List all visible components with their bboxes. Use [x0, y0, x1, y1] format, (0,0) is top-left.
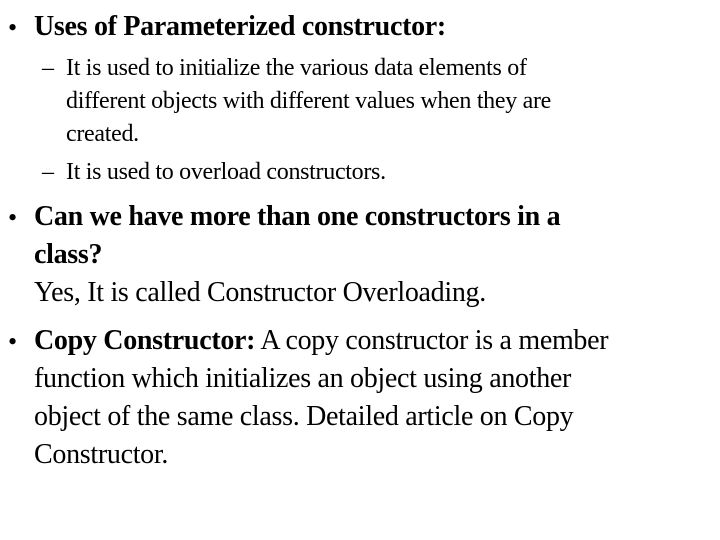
sub-item-text: It is used to initialize the various dat…: [66, 52, 686, 151]
bullet-marker: •: [8, 203, 18, 232]
sub-item-line: created.: [66, 121, 139, 147]
bullet-heading-line: Can we have more than one constructors i…: [34, 201, 561, 232]
bullet-marker: •: [8, 327, 18, 356]
bullet-heading-line: class?: [34, 239, 103, 270]
sub-item-line: different objects with different values …: [66, 88, 552, 114]
bullet-answer: Yes, It is called Constructor Overloadin…: [34, 277, 486, 308]
bullet-line: function which initializes an object usi…: [34, 363, 572, 394]
sub-item-line: It is used to overload constructors.: [66, 159, 386, 185]
bullet-marker: •: [8, 13, 18, 42]
sub-item-line: It is used to initialize the various dat…: [66, 55, 527, 81]
bullet-text: Copy Constructor: A copy constructor is …: [34, 322, 714, 474]
sub-marker: –: [42, 159, 54, 185]
slide: • Uses of Parameterized constructor: – I…: [0, 0, 720, 540]
bullet-line: object of the same class. Detailed artic…: [34, 401, 574, 432]
bullet-heading: Copy Constructor:: [34, 325, 256, 356]
sub-item-text: It is used to overload constructors.: [66, 156, 686, 189]
bullet-line: Constructor.: [34, 439, 169, 470]
bullet-line-text: A copy constructor is a member: [255, 325, 609, 356]
bullet-line: Copy Constructor: A copy constructor is …: [34, 322, 714, 360]
bullet-heading: Uses of Parameterized constructor:: [34, 11, 446, 42]
sub-marker: –: [42, 55, 54, 81]
bullet-text: Can we have more than one constructors i…: [34, 198, 714, 312]
